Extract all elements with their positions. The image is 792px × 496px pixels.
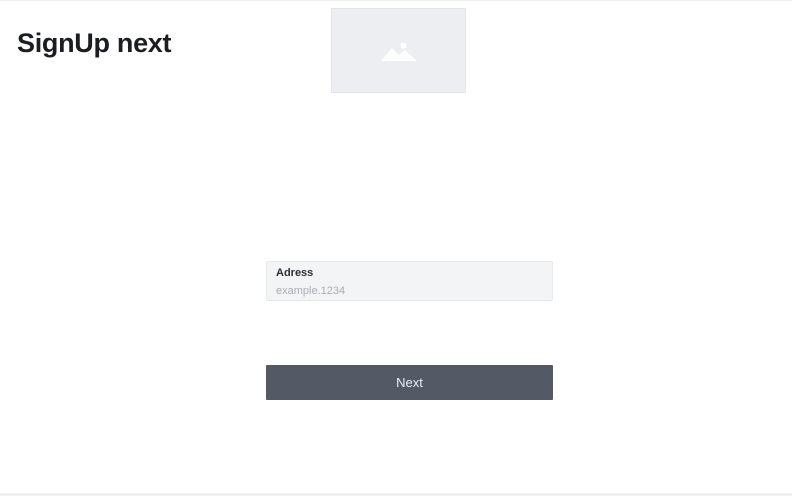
next-button[interactable]: Next — [266, 365, 553, 400]
image-placeholder-icon — [380, 42, 417, 61]
address-field[interactable]: Adress — [266, 261, 553, 301]
address-input[interactable] — [276, 284, 544, 298]
page-title: SignUp next — [17, 28, 172, 58]
address-label: Adress — [276, 267, 314, 279]
image-placeholder — [331, 8, 466, 93]
signup-next-page: SignUp next Adress Next — [0, 0, 792, 496]
top-divider — [0, 0, 792, 1]
